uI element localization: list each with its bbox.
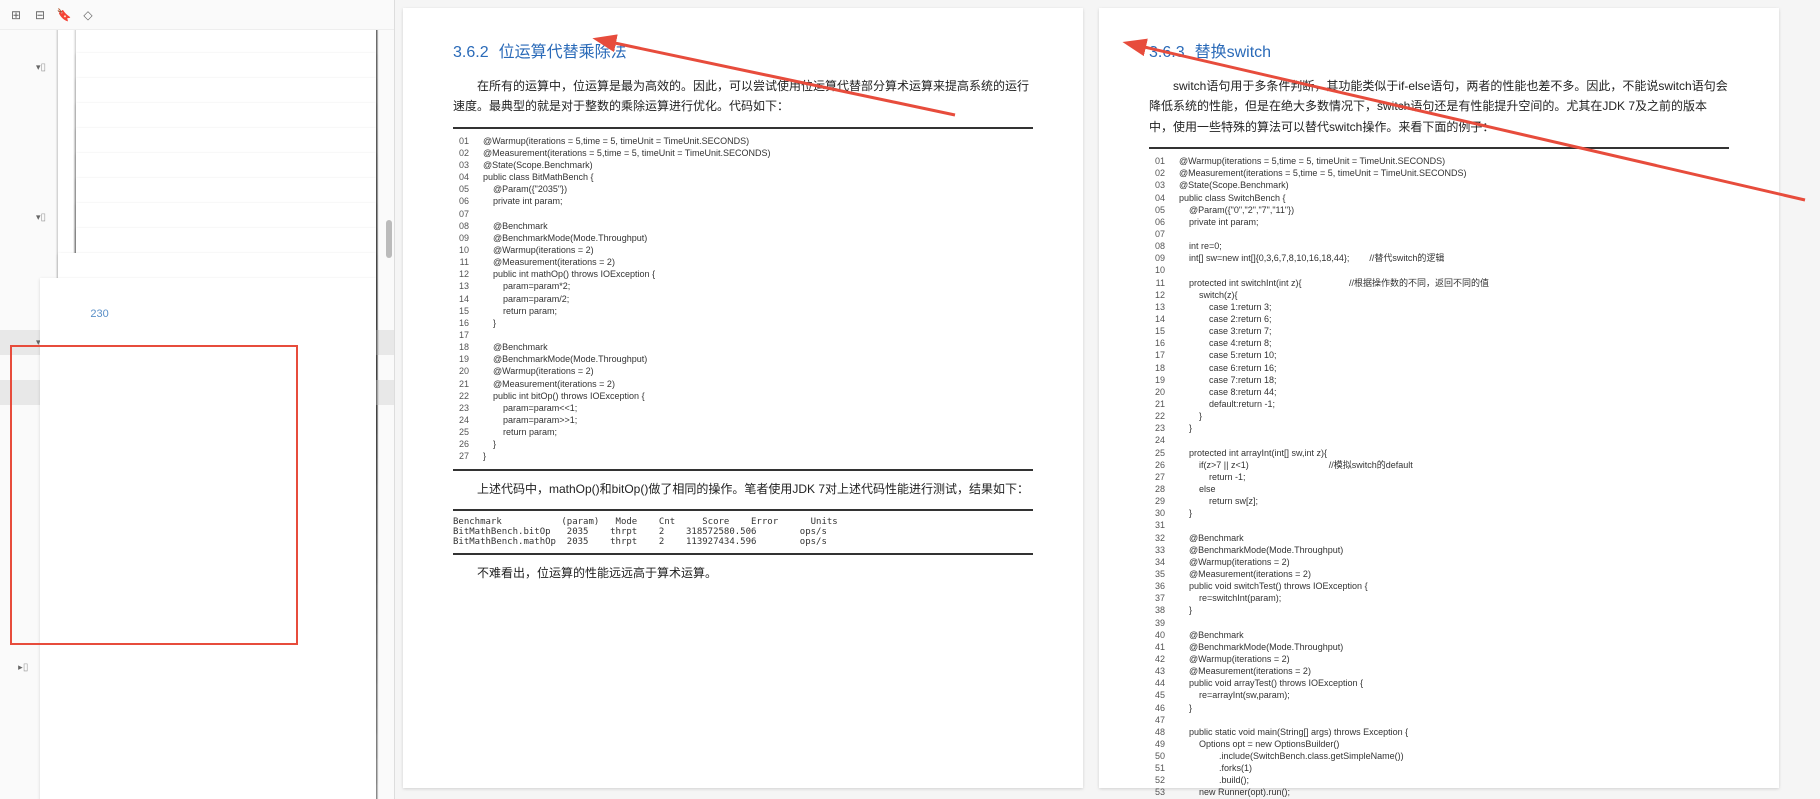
section-title: 3.6.2位运算代替乘除法 — [453, 38, 1033, 62]
toolbar: ⊞ ⊟ 🔖 ◇ — [0, 0, 394, 30]
section-title: 3.6.3替换switch — [1149, 38, 1729, 62]
bookmark-icon: ▯ — [23, 662, 29, 673]
expand-icon[interactable]: ⊞ — [8, 7, 24, 23]
bookmark-icon: ▯ — [41, 212, 47, 223]
page-left: 3.6.2位运算代替乘除法 在所有的运算中，位运算是最为高效的。因此，可以尝试使… — [403, 8, 1083, 788]
toc-tree[interactable]: ▯3.3.5 直接访问内存181▾▯3.4 引用类型184▯3.4.1 强引用1… — [0, 30, 394, 799]
sidebar: ⊞ ⊟ 🔖 ◇ ▯3.3.5 直接访问内存181▾▯3.4 引用类型184▯3.… — [0, 0, 395, 799]
paragraph: 不难看出，位运算的性能远远高于算术运算。 — [453, 563, 1033, 583]
bookmark-icon[interactable]: 🔖 — [56, 7, 72, 23]
code-block: 01@Warmup(iterations = 5,time = 5, timeU… — [453, 127, 1033, 471]
paragraph: 在所有的运算中，位运算是最为高效的。因此，可以尝试使用位运算代替部分算术运算来提… — [453, 76, 1033, 117]
document-viewer: 3.6.2位运算代替乘除法 在所有的运算中，位运算是最为高效的。因此，可以尝试使… — [395, 0, 1820, 799]
paragraph: switch语句用于多条件判断，其功能类似于if-else语句，两者的性能也差不… — [1149, 76, 1729, 137]
toc-page: 230 — [40, 278, 376, 799]
collapse-icon[interactable]: ⊟ — [32, 7, 48, 23]
page-right: 3.6.3替换switch switch语句用于多条件判断，其功能类似于if-e… — [1099, 8, 1779, 788]
bookmark-outline-icon[interactable]: ◇ — [80, 7, 96, 23]
bookmark-icon: ▯ — [41, 62, 47, 73]
code-block: 01@Warmup(iterations = 5,time = 5, timeU… — [1149, 147, 1729, 799]
paragraph: 上述代码中，mathOp()和bitOp()做了相同的操作。笔者使用JDK 7对… — [453, 479, 1033, 499]
toc-item[interactable]: ▸▯第4章 并行程序开发及优化230 — [0, 655, 394, 680]
result-block: Benchmark (param) Mode Cnt Score Error U… — [453, 509, 1033, 555]
scrollbar-thumb[interactable] — [386, 220, 392, 258]
